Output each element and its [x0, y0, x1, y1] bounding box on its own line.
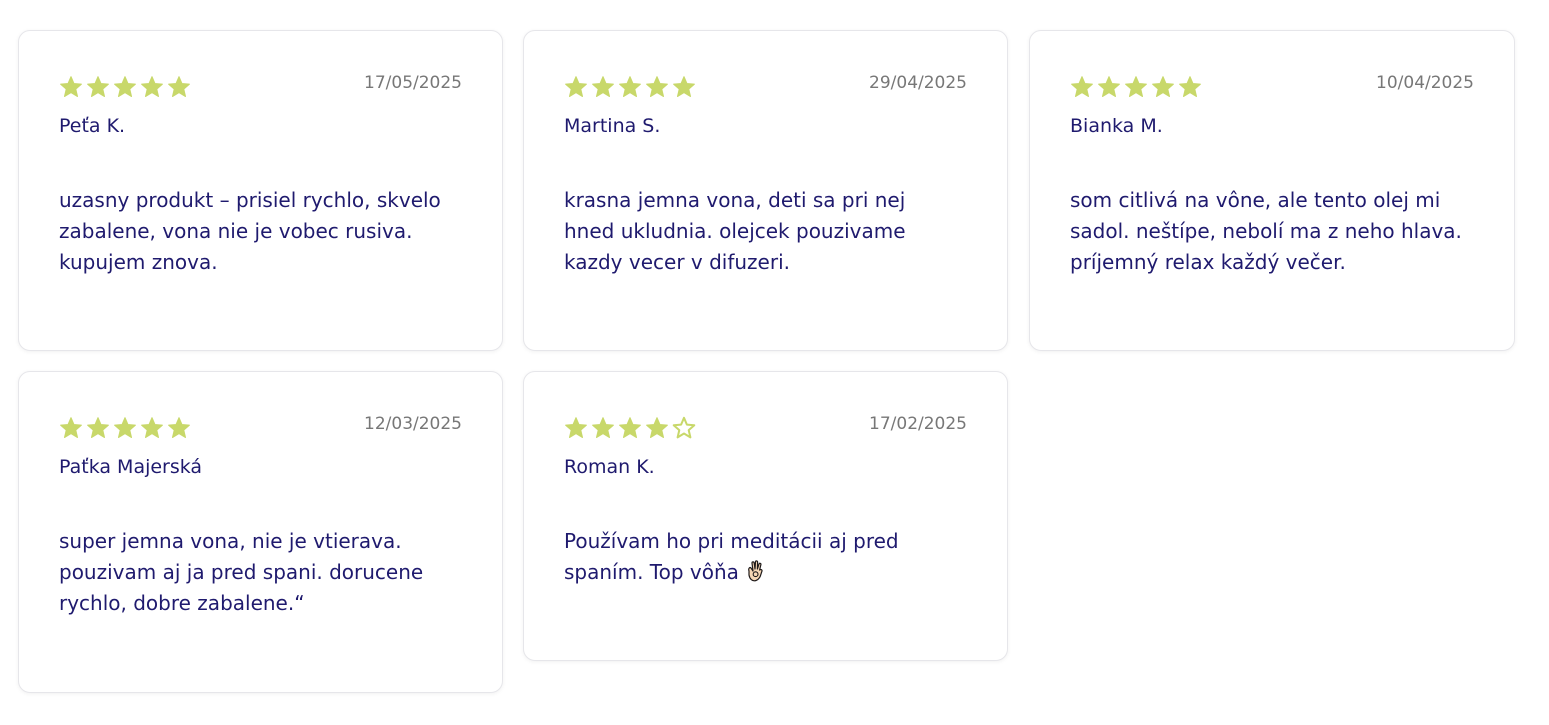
star-filled-icon [619, 417, 641, 438]
review-text: super jemna vona, nie je vtierava. pouzi… [59, 529, 424, 615]
star-filled-icon [141, 417, 163, 438]
review-card: 17/02/2025 Roman K. Používam ho pri medi… [523, 371, 1008, 661]
star-filled-icon [592, 76, 614, 97]
review-card: 29/04/2025 Martina S. krasna jemna vona,… [523, 30, 1008, 351]
star-filled-icon [168, 76, 190, 97]
star-filled-icon [60, 417, 82, 438]
review-text: uzasny produkt – prisiel rychlo, skvelo … [59, 188, 441, 274]
review-author: Bianka M. [1070, 115, 1163, 137]
star-filled-icon [87, 76, 109, 97]
star-rating [59, 75, 191, 99]
review-text: krasna jemna vona, deti sa pri nej hned … [564, 188, 906, 274]
review-text: som citlivá na vône, ale tento olej mi s… [1070, 188, 1462, 274]
ok-hand-icon [745, 559, 765, 583]
star-filled-icon [87, 417, 109, 438]
star-filled-icon [1071, 76, 1093, 97]
review-author: Paťka Majerská [59, 456, 203, 478]
star-filled-icon [565, 76, 587, 97]
review-author: Roman K. [564, 456, 655, 478]
review-card: 12/03/2025 Paťka Majerská super jemna vo… [18, 371, 503, 693]
star-rating [1070, 75, 1202, 99]
review-author: Martina S. [564, 115, 661, 137]
star-filled-icon [1179, 76, 1201, 97]
review-date: 29/04/2025 [869, 73, 967, 93]
star-filled-icon [1098, 76, 1120, 97]
star-filled-icon [592, 417, 614, 438]
star-filled-icon [1152, 76, 1174, 97]
star-rating [59, 416, 191, 440]
star-filled-icon [1125, 76, 1147, 97]
star-rating [564, 416, 696, 440]
review-text-content: Používam ho pri meditácii aj pred spaním… [564, 529, 899, 584]
review-author: Peťa K. [59, 115, 126, 137]
review-date: 12/03/2025 [364, 414, 462, 434]
review-card: 17/05/2025 Peťa K. uzasny produkt – pris… [18, 30, 503, 351]
star-empty-icon [672, 416, 696, 439]
star-filled-icon [60, 76, 82, 97]
star-filled-icon [619, 76, 641, 97]
star-filled-icon [673, 76, 695, 97]
star-filled-icon [168, 417, 190, 438]
review-text: Používam ho pri meditácii aj pred spaním… [564, 526, 967, 588]
star-filled-icon [114, 417, 136, 438]
star-rating [564, 75, 696, 99]
review-date: 10/04/2025 [1376, 73, 1474, 93]
review-date: 17/02/2025 [869, 414, 967, 434]
review-card: 10/04/2025 Bianka M. som citlivá na vône… [1029, 30, 1515, 351]
star-filled-icon [565, 417, 587, 438]
star-filled-icon [141, 76, 163, 97]
star-filled-icon [114, 76, 136, 97]
star-filled-icon [646, 417, 668, 438]
star-filled-icon [646, 76, 668, 97]
review-date: 17/05/2025 [364, 73, 462, 93]
